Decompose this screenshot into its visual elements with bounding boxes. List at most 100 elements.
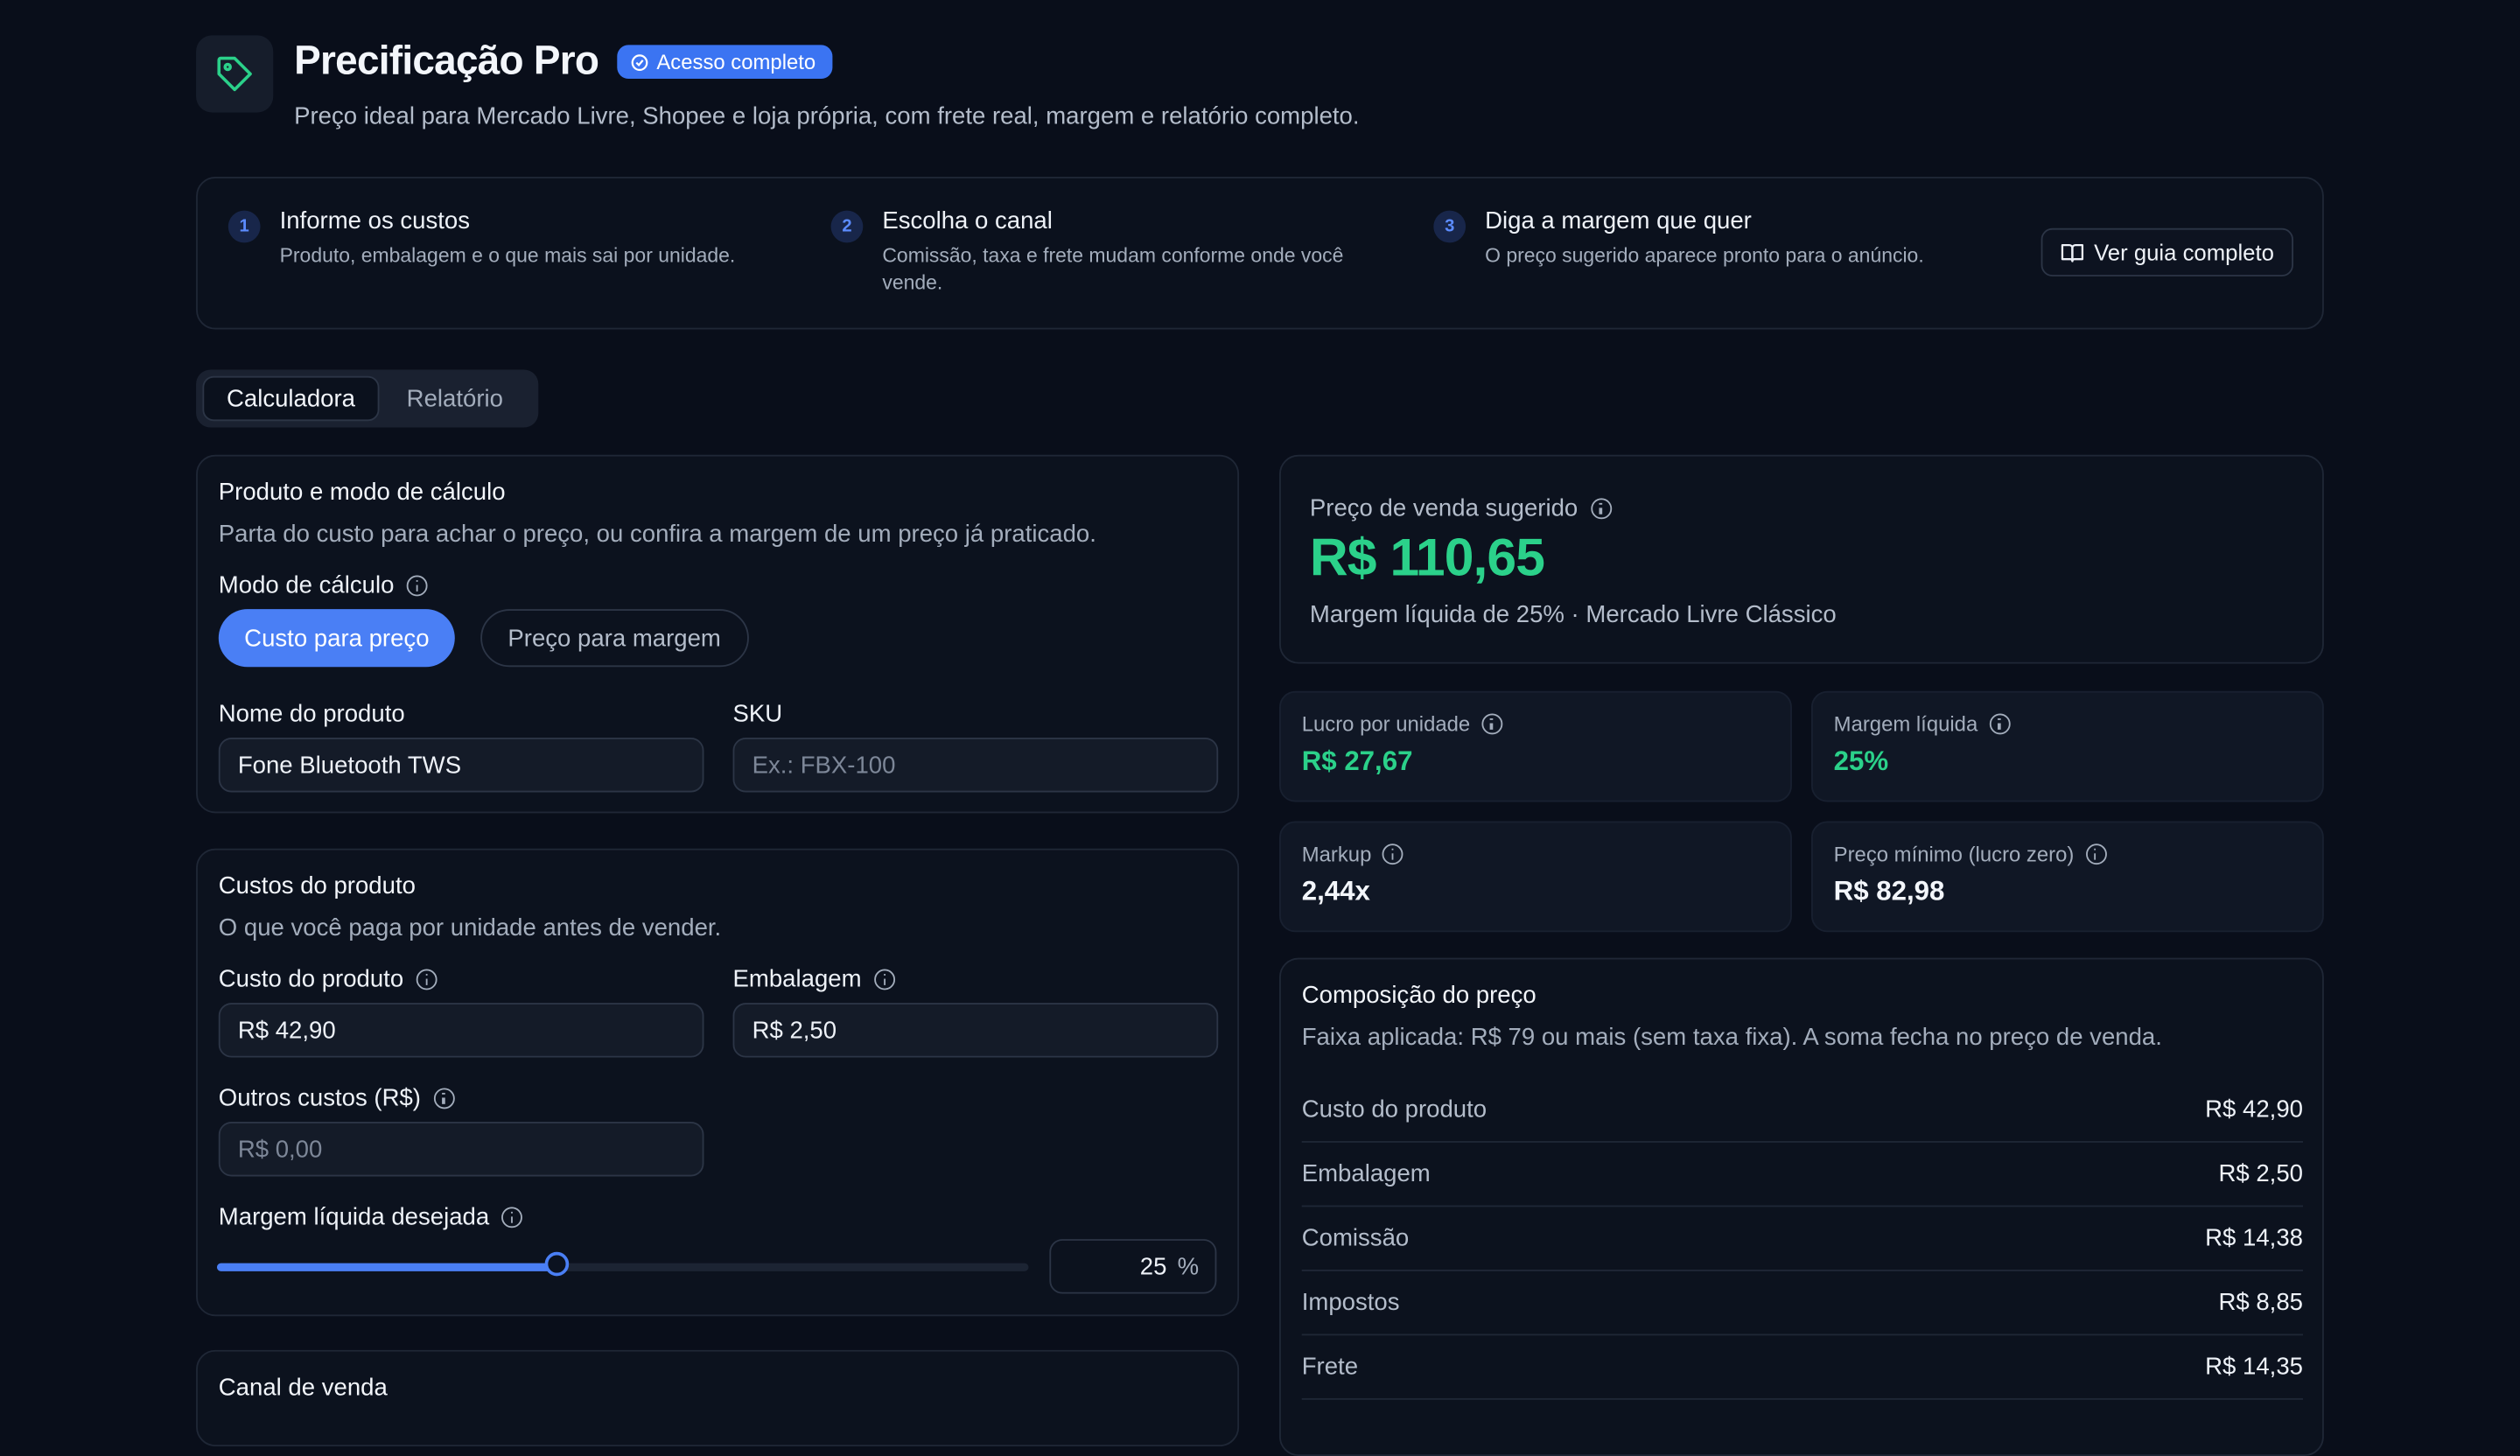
check-circle-icon	[630, 53, 648, 71]
net-margin-card: Margem líquida 25%	[1810, 690, 2324, 802]
metric-label: Markup	[1302, 842, 1404, 866]
metric-label-text: Preço mínimo (lucro zero)	[1833, 842, 2075, 866]
profit-per-unit-card: Lucro por unidade R$ 27,67	[1279, 690, 1792, 802]
margin-slider-thumb[interactable]	[544, 1251, 570, 1277]
page-subtitle: Preço ideal para Mercado Livre, Shopee e…	[294, 102, 1360, 130]
suggested-price-value: R$ 110,65	[1309, 527, 1545, 587]
info-icon[interactable]	[433, 1088, 455, 1110]
metric-label-text: Margem líquida	[1833, 711, 1978, 737]
access-badge: Acesso completo	[616, 45, 832, 79]
composition-row: Embalagem R$ 2,50	[1301, 1141, 2303, 1208]
step-description: Produto, embalagem e o que mais sai por …	[279, 244, 736, 267]
product-name-input[interactable]: Fone Bluetooth TWS	[218, 738, 704, 793]
metric-value: R$ 27,67	[1301, 746, 1413, 777]
info-icon[interactable]	[2085, 844, 2107, 865]
steps-panel: 1 Informe os custos Produto, embalagem e…	[196, 177, 2324, 330]
book-icon	[2061, 243, 2083, 262]
info-icon[interactable]	[1590, 498, 1612, 520]
composition-row-value: R$ 8,85	[2218, 1288, 2303, 1316]
info-icon[interactable]	[416, 969, 438, 990]
margin-percent-input[interactable]: 25 %	[1049, 1239, 1217, 1294]
step-description: O preço sugerido aparece pronto para o a…	[1485, 244, 1924, 267]
guide-button-label: Ver guia completo	[2094, 239, 2274, 266]
margin-percent-value: 25	[1139, 1253, 1167, 1281]
price-tag-logo-icon	[196, 35, 274, 113]
metric-value: 25%	[1833, 746, 1889, 777]
metric-value: R$ 82,98	[1833, 876, 1945, 906]
info-icon[interactable]	[1382, 844, 1404, 865]
metric-label-text: Lucro por unidade	[1301, 711, 1471, 737]
margin-percent-unit: %	[1177, 1253, 1200, 1281]
other-costs-label-text: Outros custos (R$)	[218, 1084, 421, 1112]
product-card: Produto e modo de cálculo Parta do custo…	[196, 454, 1240, 814]
metric-label: Preço mínimo (lucro zero)	[1833, 842, 2107, 866]
page-title: Precificação Pro	[294, 38, 599, 84]
suggested-price-card: Preço de venda sugerido R$ 110,65 Margem…	[1279, 454, 2324, 664]
composition-row-value: R$ 2,50	[2218, 1159, 2303, 1187]
composition-row-value: R$ 14,38	[2205, 1223, 2303, 1251]
metric-label: Margem líquida	[1833, 711, 2010, 737]
composition-subtitle: Faixa aplicada: R$ 79 ou mais (sem taxa …	[1301, 1023, 2162, 1052]
step-title: Escolha o canal	[882, 206, 1053, 235]
mode-label-text: Modo de cálculo	[218, 571, 395, 600]
packaging-input[interactable]: R$ 2,50	[732, 1003, 1219, 1058]
composition-row-name: Comissão	[1301, 1223, 1410, 1251]
tab-calculator[interactable]: Calculadora	[202, 375, 380, 422]
packaging-label: Embalagem	[733, 966, 896, 993]
info-icon[interactable]	[1989, 713, 2010, 735]
metric-label-text: Markup	[1301, 842, 1372, 866]
composition-row: Custo do produto R$ 42,90	[1301, 1077, 2303, 1143]
product-cost-label-text: Custo do produto	[218, 965, 404, 994]
product-card-subtitle: Parta do custo para achar o preço, ou co…	[218, 521, 1096, 549]
composition-row-name: Frete	[1301, 1352, 1359, 1380]
composition-row-name: Embalagem	[1301, 1159, 1431, 1187]
price-composition-card: Composição do preço Faixa aplicada: R$ 7…	[1279, 957, 2324, 1456]
metric-value: 2,44x	[1301, 876, 1370, 906]
product-cost-label: Custo do produto	[219, 966, 438, 993]
product-name-label: Nome do produto	[218, 700, 405, 729]
packaging-label-text: Embalagem	[732, 965, 862, 994]
composition-title: Composição do preço	[1301, 982, 1536, 1010]
composition-row: Impostos R$ 8,85	[1301, 1270, 2303, 1336]
step-number: 1	[228, 210, 261, 243]
app-header: Precificação Pro Acesso completo Preço i…	[196, 35, 2324, 148]
metric-label: Lucro por unidade	[1301, 711, 1502, 737]
mode-cost-to-price-button[interactable]: Custo para preço	[218, 609, 455, 668]
mode-price-to-margin-button[interactable]: Preço para margem	[480, 609, 749, 668]
margin-label: Margem líquida desejada	[219, 1204, 523, 1231]
step-description: Comissão, taxa e frete mudam conforme on…	[882, 244, 1344, 295]
composition-row: Comissão R$ 14,38	[1301, 1206, 2303, 1271]
view-tabs: Calculadora Relatório	[196, 369, 539, 428]
info-icon[interactable]	[1481, 713, 1502, 735]
suggested-price-label-text: Preço de venda sugerido	[1309, 494, 1578, 522]
suggested-price-label: Preço de venda sugerido	[1310, 495, 1612, 522]
margin-slider-fill	[216, 1263, 558, 1271]
guide-button[interactable]: Ver guia completo	[2040, 228, 2293, 276]
info-icon[interactable]	[874, 969, 896, 990]
other-costs-label: Outros custos (R$)	[219, 1085, 455, 1112]
info-icon[interactable]	[407, 575, 428, 597]
costs-card-subtitle: O que você paga por unidade antes de ven…	[218, 914, 722, 942]
mode-label: Modo de cálculo	[219, 572, 428, 599]
step-number: 2	[830, 210, 864, 243]
step-number: 3	[1433, 210, 1466, 243]
channel-card-title: Canal de venda	[218, 1374, 388, 1402]
composition-row-value: R$ 14,35	[2205, 1352, 2303, 1380]
sku-input[interactable]: Ex.: FBX-100	[732, 738, 1219, 793]
margin-slider[interactable]	[216, 1251, 1029, 1277]
channel-card: Canal de venda	[196, 1349, 1240, 1447]
costs-card-title: Custos do produto	[218, 872, 416, 900]
composition-row-name: Impostos	[1301, 1288, 1400, 1316]
composition-row-value: R$ 42,90	[2205, 1095, 2303, 1123]
other-costs-input[interactable]: R$ 0,00	[218, 1122, 704, 1177]
step-title: Diga a margem que quer	[1485, 206, 1752, 235]
product-cost-input[interactable]: R$ 42,90	[218, 1003, 704, 1058]
minimum-price-card: Preço mínimo (lucro zero) R$ 82,98	[1810, 821, 2324, 933]
tab-report[interactable]: Relatório	[384, 376, 526, 421]
suggested-price-summary: Margem líquida de 25% · Mercado Livre Cl…	[1309, 600, 1837, 629]
product-card-title: Produto e modo de cálculo	[218, 479, 506, 507]
step-title: Informe os custos	[279, 206, 471, 235]
sku-label: SKU	[732, 700, 783, 729]
info-icon[interactable]	[501, 1207, 523, 1228]
access-badge-label: Acesso completo	[656, 49, 816, 74]
